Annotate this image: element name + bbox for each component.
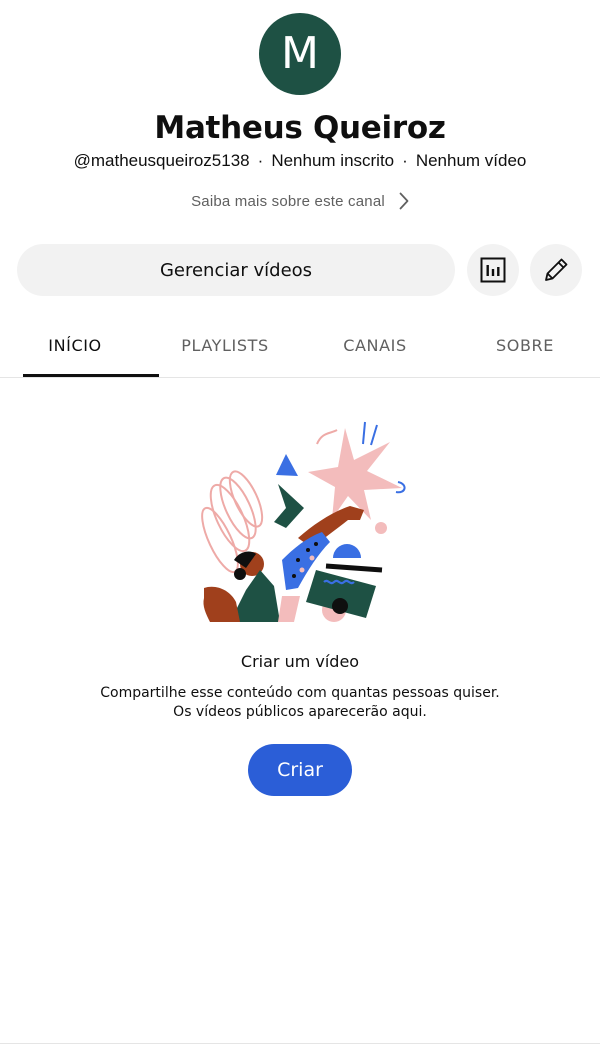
analytics-icon xyxy=(480,257,506,283)
video-count: Nenhum vídeo xyxy=(415,151,527,170)
tab-label: SOBRE xyxy=(496,335,554,355)
analytics-button[interactable] xyxy=(467,244,519,296)
channel-about-link-label: Saiba mais sobre este canal xyxy=(191,192,385,210)
bottom-divider xyxy=(0,1043,600,1044)
tab-inicio[interactable]: INÍCIO xyxy=(0,322,159,377)
manage-videos-label: Gerenciar vídeos xyxy=(159,259,313,281)
edit-channel-button[interactable] xyxy=(530,244,582,296)
tab-canais[interactable]: CANAIS xyxy=(300,322,450,368)
empty-state-line-1: Compartilhe esse conteúdo com quantas pe… xyxy=(100,685,500,701)
chevron-right-icon xyxy=(399,192,409,210)
pencil-icon xyxy=(545,258,568,281)
tab-label: INÍCIO xyxy=(48,335,102,355)
channel-tabs: INÍCIO PLAYLISTS CANAIS SOBRE xyxy=(0,322,600,378)
subscriber-count: Nenhum inscrito xyxy=(271,151,395,170)
channel-meta: @matheusqueiroz5138 · Nenhum inscrito · Nenh… xyxy=(0,149,600,173)
tab-label: PLAYLISTS xyxy=(181,335,269,355)
channel-handle: @matheusqueiroz5138 xyxy=(73,151,250,170)
tab-label: CANAIS xyxy=(343,335,407,355)
create-button[interactable]: Criar xyxy=(248,744,352,796)
empty-state-title: Criar um vídeo xyxy=(240,652,360,671)
meta-separator: · xyxy=(257,151,264,170)
channel-avatar[interactable]: M xyxy=(259,13,341,95)
empty-state-line-2: Os vídeos públicos aparecerão aqui. xyxy=(173,704,427,720)
empty-state-description: Compartilhe esse conteúdo com quantas pe… xyxy=(0,684,600,722)
channel-name: Matheus Queiroz xyxy=(154,110,446,146)
avatar-letter: M xyxy=(281,28,319,79)
tab-playlists[interactable]: PLAYLISTS xyxy=(150,322,300,368)
create-button-label: Criar xyxy=(277,759,323,781)
manage-videos-button[interactable]: Gerenciar vídeos xyxy=(17,244,455,296)
channel-about-link[interactable]: Saiba mais sobre este canal xyxy=(0,189,600,213)
empty-state-illustration xyxy=(201,421,406,622)
tab-sobre[interactable]: SOBRE xyxy=(450,322,600,368)
meta-separator: · xyxy=(402,151,408,170)
